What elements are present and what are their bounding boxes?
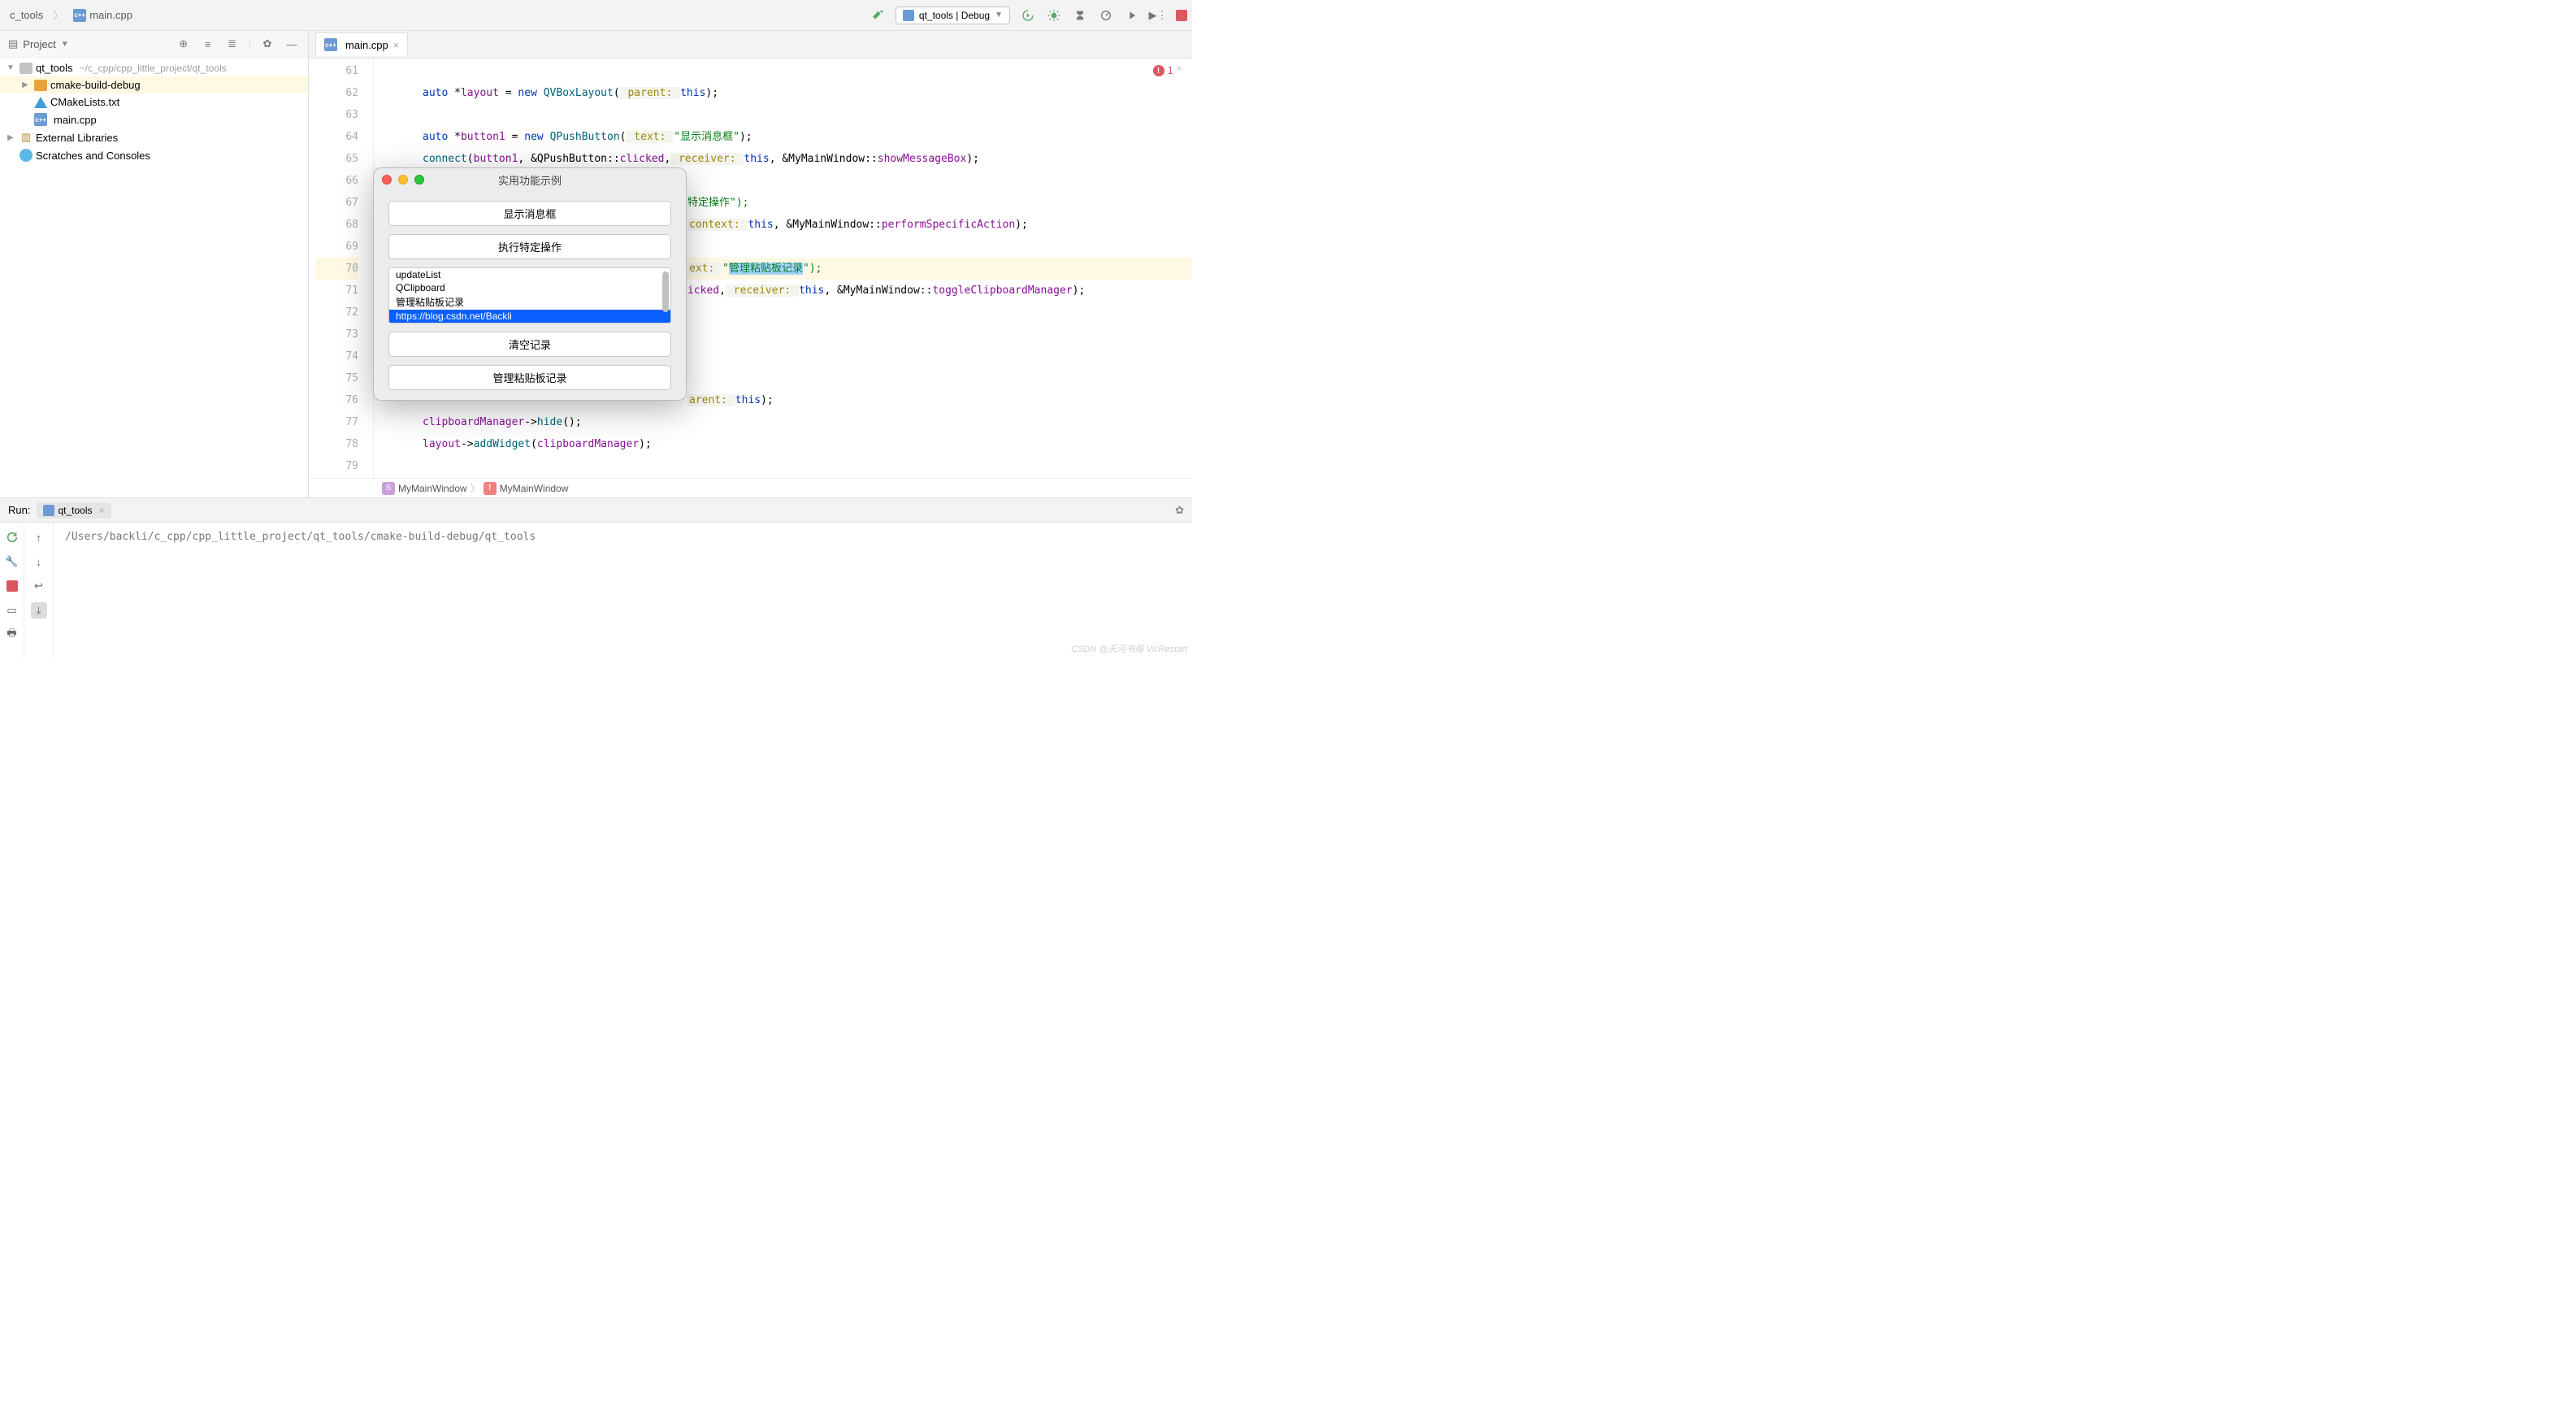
print-icon[interactable]: 🖶 — [4, 627, 20, 643]
collapse-all-icon[interactable]: ≣ — [224, 36, 241, 52]
close-icon[interactable]: × — [99, 505, 105, 516]
gear-icon[interactable]: ✿ — [259, 36, 275, 52]
exec-icon — [43, 505, 54, 516]
expand-all-icon[interactable]: ≡ — [200, 36, 216, 52]
project-tree: ▼ qt_tools ~/c_cpp/cpp_little_project/qt… — [0, 58, 308, 166]
sidebar-title[interactable]: Project — [23, 38, 55, 50]
close-icon[interactable]: × — [393, 39, 400, 51]
list-item[interactable]: updateList — [389, 268, 670, 281]
breadcrumb-file-label: main.cpp — [89, 9, 132, 21]
clear-records-button[interactable]: 清空记录 — [388, 332, 671, 357]
tree-root[interactable]: ▼ qt_tools ~/c_cpp/cpp_little_project/qt… — [0, 59, 308, 76]
tree-arrow-icon[interactable]: ▼ — [5, 63, 16, 72]
attach-icon[interactable]: ▶⋮ — [1150, 7, 1166, 24]
cpp-file-icon: c++ — [34, 113, 47, 126]
breadcrumb-root[interactable]: c_tools — [5, 7, 48, 23]
run-icon[interactable] — [1020, 7, 1036, 24]
chevron-down-icon: ▼ — [995, 11, 1003, 20]
show-message-button[interactable]: 显示消息框 — [388, 201, 671, 226]
tree-label: Scratches and Consoles — [36, 150, 150, 162]
clipboard-list[interactable]: updateList QClipboard 管理粘贴板记录 https://bl… — [388, 267, 671, 323]
app-dialog: 实用功能示例 显示消息框 执行特定操作 updateList QClipboar… — [373, 167, 687, 401]
scroll-end-icon[interactable]: ⤓ — [31, 602, 47, 619]
more-run-icon[interactable] — [1124, 7, 1140, 24]
editor-breadcrumb: S MyMainWindow 〉 f MyMainWindow — [309, 478, 1192, 497]
manage-clipboard-button[interactable]: 管理粘贴板记录 — [388, 365, 671, 390]
rerun-icon[interactable] — [4, 529, 20, 545]
list-item[interactable]: 管理粘贴板记录 — [389, 294, 670, 310]
exec-icon — [903, 10, 914, 21]
tree-cmakelists[interactable]: CMakeLists.txt — [0, 93, 308, 111]
down-arrow-icon[interactable]: ↓ — [31, 554, 47, 570]
scrollbar[interactable] — [662, 271, 669, 312]
folder-icon — [34, 80, 47, 91]
layout-icon[interactable]: ▭ — [4, 602, 20, 619]
tree-path: ~/c_cpp/cpp_little_project/qt_tools — [80, 63, 227, 74]
debug-icon[interactable] — [1046, 7, 1062, 24]
run-panel: Run: qt_tools × ✿ 🔧 ▭ 🖶 ↑ ↓ ↩ ⤓ /Users/b… — [0, 497, 1192, 658]
tree-main-cpp[interactable]: c++ main.cpp — [0, 111, 308, 128]
window-close-button[interactable] — [382, 175, 392, 185]
folder-icon — [20, 63, 33, 74]
tree-scratches[interactable]: Scratches and Consoles — [0, 146, 308, 164]
library-icon: ▥ — [20, 131, 33, 144]
minimize-icon[interactable]: — — [284, 36, 300, 52]
cpp-file-icon: c++ — [73, 9, 86, 22]
line-gutter: 61 62 63 64 65 66 67 68 69 70 71 72 73 7… — [309, 59, 374, 478]
run-tab-label: qt_tools — [58, 505, 92, 516]
watermark: CSDN @天河书阁 VicRestart — [1071, 642, 1187, 655]
tree-label: External Libraries — [36, 132, 118, 144]
wrench-icon[interactable]: 🔧 — [4, 554, 20, 570]
struct-badge-icon: S — [382, 482, 395, 495]
build-icon[interactable] — [870, 7, 886, 24]
coverage-icon[interactable] — [1072, 7, 1088, 24]
up-arrow-icon[interactable]: ↑ — [31, 529, 47, 545]
tree-cmake-build-debug[interactable]: ▶ cmake-build-debug — [0, 76, 308, 93]
tree-label: main.cpp — [54, 114, 97, 126]
dialog-titlebar[interactable]: 实用功能示例 — [374, 168, 686, 191]
list-item[interactable]: https://blog.csdn.net/Backli — [389, 310, 670, 323]
project-sidebar: ▤ Project ▼ ⊕ ≡ ≣ | ✿ — ▼ qt_tools ~/c_c… — [0, 31, 309, 497]
perform-action-button[interactable]: 执行特定操作 — [388, 234, 671, 259]
stop-icon[interactable] — [1176, 10, 1187, 21]
stop-icon[interactable] — [4, 578, 20, 594]
config-label: qt_tools | Debug — [919, 10, 990, 21]
locate-icon[interactable]: ⊕ — [176, 36, 192, 52]
run-panel-label: Run: — [8, 504, 30, 516]
console-output-line: /Users/backli/c_cpp/cpp_little_project/q… — [65, 531, 1181, 543]
gear-icon[interactable]: ✿ — [1175, 504, 1184, 517]
cmake-icon — [34, 97, 47, 108]
scratches-icon — [20, 149, 33, 162]
project-view-icon: ▤ — [8, 37, 18, 50]
breadcrumb-sep: 〉 — [51, 7, 65, 23]
function-badge-icon: f — [484, 482, 497, 495]
tree-label: cmake-build-debug — [50, 79, 141, 91]
breadcrumb-file[interactable]: c++ main.cpp — [68, 7, 137, 24]
run-tab[interactable]: qt_tools × — [37, 502, 111, 519]
tree-arrow-icon[interactable]: ▶ — [20, 80, 31, 89]
profile-icon[interactable] — [1098, 7, 1114, 24]
cpp-file-icon: c++ — [324, 38, 337, 51]
window-minimize-button[interactable] — [398, 175, 408, 185]
run-config-selector[interactable]: qt_tools | Debug ▼ — [896, 7, 1010, 24]
list-item[interactable]: QClipboard — [389, 281, 670, 294]
soft-wrap-icon[interactable]: ↩ — [31, 578, 47, 594]
breadcrumb-item[interactable]: MyMainWindow — [500, 483, 569, 494]
tree-external-libraries[interactable]: ▶ ▥ External Libraries — [0, 128, 308, 146]
window-maximize-button[interactable] — [414, 175, 424, 185]
sidebar-dropdown-icon[interactable]: ▼ — [61, 40, 69, 49]
breadcrumb-item[interactable]: MyMainWindow — [398, 483, 467, 494]
tree-label: CMakeLists.txt — [50, 96, 119, 108]
run-console[interactable]: /Users/backli/c_cpp/cpp_little_project/q… — [54, 523, 1192, 658]
tree-arrow-icon[interactable]: ▶ — [5, 133, 16, 142]
tree-label: qt_tools — [36, 62, 73, 74]
tab-label: main.cpp — [345, 39, 388, 51]
editor-tab[interactable]: c++ main.cpp × — [315, 33, 408, 56]
nav-bar: c_tools 〉 c++ main.cpp qt_tools | Debug … — [0, 0, 1192, 31]
